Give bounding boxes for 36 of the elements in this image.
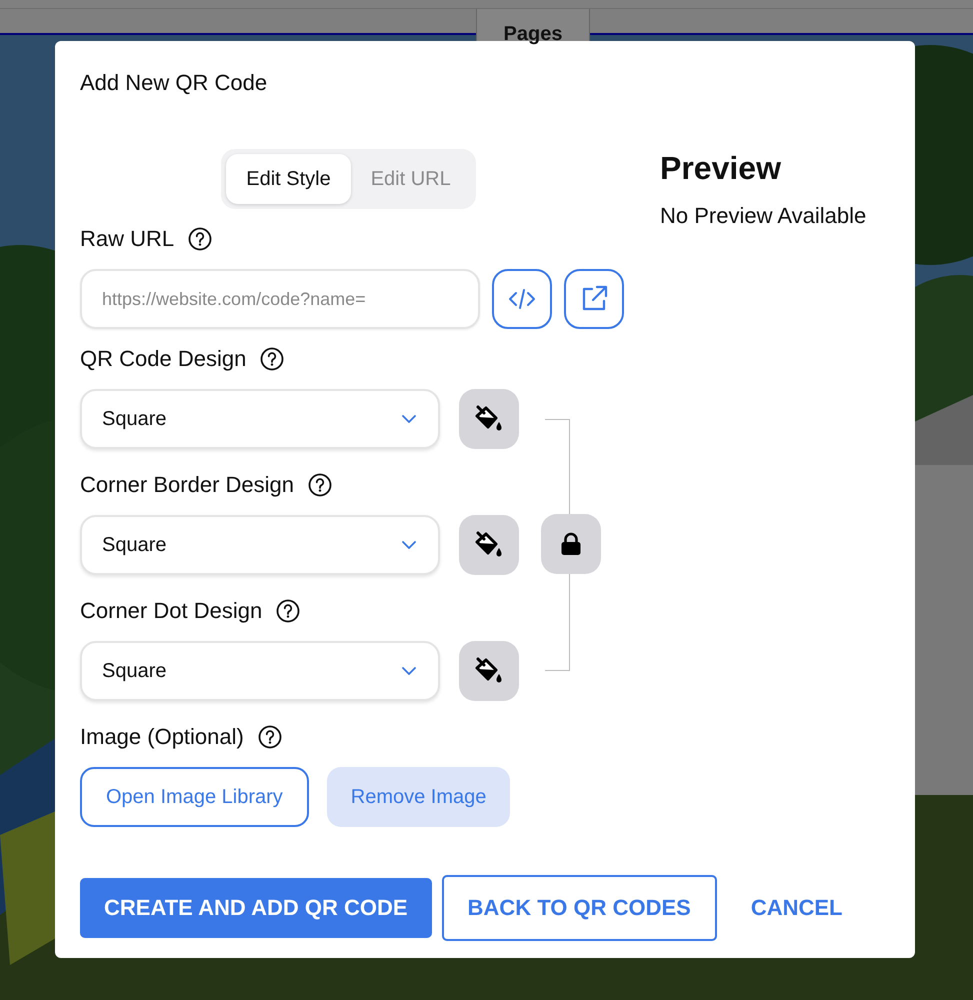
help-icon[interactable]: [260, 347, 284, 371]
lock-icon: [560, 532, 582, 556]
code-icon: [508, 288, 536, 310]
select-dropdown[interactable]: Square: [80, 515, 440, 575]
fill-color-button[interactable]: [459, 641, 519, 701]
help-icon[interactable]: [308, 473, 332, 497]
select-dropdown[interactable]: Square: [80, 641, 440, 701]
help-icon[interactable]: [276, 599, 300, 623]
select-dropdown[interactable]: Square: [80, 389, 440, 449]
field-label: QR Code Design: [80, 346, 246, 372]
tab[interactable]: Edit URL: [350, 154, 471, 204]
field-label: Image (Optional): [80, 724, 244, 750]
chevron-down-icon: [402, 667, 416, 675]
fill-color-button[interactable]: [459, 515, 519, 575]
open-link-button[interactable]: [564, 269, 624, 329]
field-label: Corner Border Design: [80, 472, 294, 498]
back-button[interactable]: BACK TO QR CODES: [442, 875, 717, 941]
dialog-title: Add New QR Code: [80, 71, 268, 95]
field-label: Corner Dot Design: [80, 598, 262, 624]
external-link-icon: [580, 285, 608, 313]
help-icon[interactable]: [188, 227, 212, 251]
tab[interactable]: Edit Style: [226, 154, 351, 204]
remove-image-button[interactable]: Remove Image: [326, 767, 510, 827]
chevron-down-icon: [402, 541, 416, 549]
preview-message: No Preview Available: [660, 203, 866, 229]
cancel-button[interactable]: CANCEL: [726, 878, 866, 938]
url-input-field[interactable]: https://website.com/code?name=: [80, 269, 480, 329]
image-library-button[interactable]: Open Image Library: [80, 767, 309, 827]
fill-color-button[interactable]: [459, 389, 519, 449]
help-icon[interactable]: [258, 725, 282, 749]
embed-code-button[interactable]: [492, 269, 552, 329]
lock-button[interactable]: [541, 514, 601, 574]
field-label: Raw URL: [80, 226, 174, 252]
chevron-down-icon: [402, 415, 416, 423]
create-button[interactable]: CREATE AND ADD QR CODE: [80, 878, 432, 938]
preview-heading: Preview: [660, 150, 782, 186]
